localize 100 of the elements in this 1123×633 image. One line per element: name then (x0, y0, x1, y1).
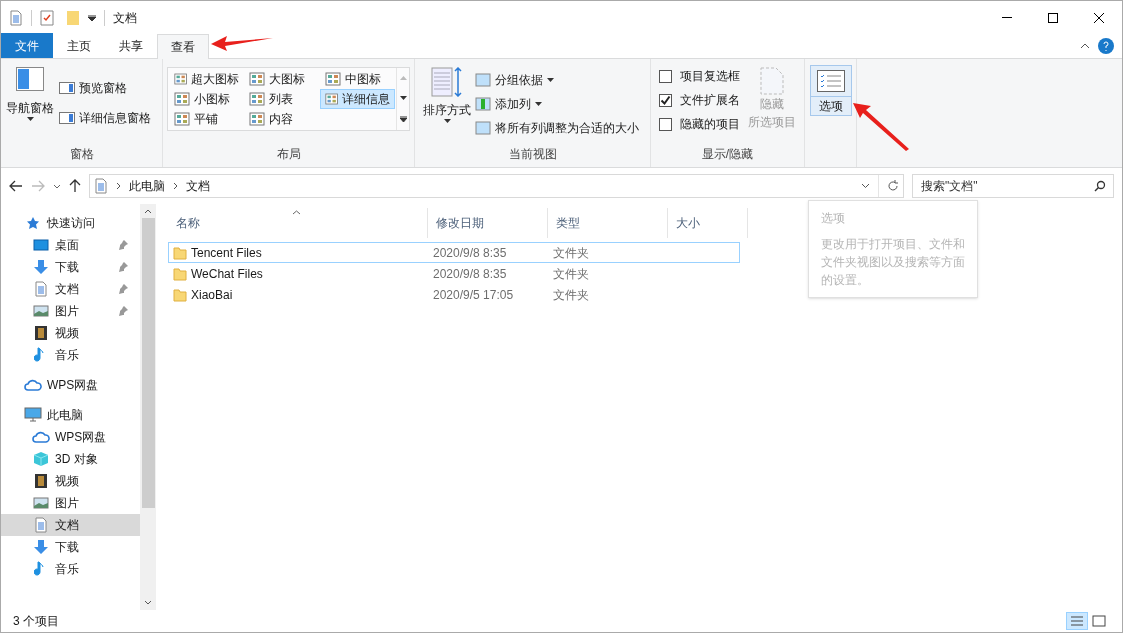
nav-item[interactable]: 3D 对象 (1, 448, 140, 470)
type-cell-text: 文件夹 (552, 265, 590, 283)
file-row[interactable]: WeChat Files 2020/9/8 8:35 文件夹 (168, 263, 740, 284)
nav-item[interactable]: 视频 (1, 470, 140, 492)
pane-button[interactable]: 预览窗格 (59, 79, 151, 97)
nav-item[interactable]: 音乐 (1, 558, 140, 580)
checkbox[interactable] (659, 117, 672, 131)
checkbox[interactable] (659, 69, 672, 83)
column-header[interactable]: 修改日期 (428, 208, 548, 238)
dropdown-icon[interactable] (88, 14, 96, 21)
view-command[interactable]: 将所有列调整为合适的大小 (475, 119, 639, 137)
nav-item[interactable]: WPS网盘 (1, 374, 140, 396)
nav-item[interactable]: 图片 (1, 492, 140, 514)
close-icon (1094, 12, 1104, 23)
help-icon[interactable] (1098, 38, 1114, 54)
document-icon (9, 9, 23, 26)
file-row[interactable]: XiaoBai 2020/9/5 17:05 文件夹 (168, 284, 740, 305)
star-icon (26, 216, 40, 230)
caret-icon (399, 96, 407, 100)
layout-option[interactable]: 列表 (244, 89, 320, 109)
chevron-right-icon (173, 182, 178, 190)
nav-item[interactable]: WPS网盘 (1, 426, 140, 448)
film-icon (34, 325, 48, 341)
nav-item[interactable]: 下载 (1, 256, 140, 278)
nav-item[interactable]: 此电脑 (1, 404, 140, 426)
column-header[interactable]: 名称 (168, 208, 428, 238)
nav-item[interactable]: 下载 (1, 536, 140, 558)
sort-button[interactable]: 排序方式 (419, 67, 475, 145)
group-label: 显示/隐藏 (700, 146, 755, 163)
tooltip-title: 选项 (821, 210, 846, 227)
monitor-icon (24, 407, 42, 423)
nav-item[interactable]: 文档 (1, 514, 140, 536)
view-command[interactable]: 分组依据 (475, 71, 639, 89)
layout-option[interactable]: 内容 (244, 109, 320, 129)
column-header[interactable]: 类型 (548, 208, 668, 238)
layout-option[interactable]: 平铺 (169, 109, 245, 129)
checklist-icon[interactable] (40, 9, 54, 26)
folder-icon (173, 245, 187, 260)
pin-icon (118, 306, 128, 316)
ribbon-tab[interactable]: 查看 (157, 34, 209, 59)
caret-icon (443, 119, 451, 123)
date-cell-text: 2020/9/5 17:05 (432, 286, 515, 304)
layout-option[interactable]: 小图标 (169, 89, 245, 109)
recent-locations-icon[interactable] (53, 183, 61, 189)
up-arrow-icon[interactable] (69, 179, 81, 193)
nav-item-label: 桌面 (55, 237, 80, 254)
collapse-ribbon-icon[interactable] (1080, 43, 1090, 49)
date-cell-text: 2020/9/8 8:35 (432, 244, 508, 262)
group-label: 窗格 (68, 146, 95, 163)
navigation-pane-icon (16, 67, 44, 91)
view-layout-icon (174, 112, 190, 126)
ribbon-tab[interactable]: 主页 (53, 33, 105, 58)
address-field[interactable]: 此电脑 文档 (89, 174, 904, 198)
checklist-window-icon (816, 70, 845, 92)
options-button[interactable]: 选项 (809, 65, 852, 116)
nav-item-label: 视频 (55, 325, 80, 342)
checkbox-label: 文件扩展名 (680, 92, 740, 109)
breadcrumb[interactable]: 文档 (186, 177, 210, 195)
expand-gallery-icon[interactable] (399, 116, 407, 122)
annotation-arrow (211, 35, 273, 51)
details-view-icon (1070, 615, 1084, 627)
layout-option[interactable]: 中图标 (319, 69, 395, 89)
ribbon-tab[interactable]: 文件 (1, 33, 53, 58)
group-label: 布局 (275, 146, 302, 163)
checkmark-icon (660, 94, 671, 106)
group-label: 当前视图 (507, 146, 558, 163)
layout-option[interactable]: 超大图标 (169, 69, 245, 89)
large-icons-view-icon (1092, 615, 1106, 627)
refresh-icon[interactable] (887, 180, 899, 192)
view-command[interactable]: 添加列 (475, 95, 639, 113)
scrollbar-thumb[interactable] (141, 218, 155, 508)
nav-item[interactable]: 桌面 (1, 234, 140, 256)
chevron-down-icon[interactable] (861, 183, 870, 189)
nav-item[interactable]: 视频 (1, 322, 140, 344)
nav-item[interactable]: 文档 (1, 278, 140, 300)
nav-item[interactable]: 快速访问 (1, 212, 140, 234)
column-header[interactable]: 大小 (668, 208, 748, 238)
view-layout-icon (174, 92, 190, 106)
checkbox[interactable] (659, 93, 672, 107)
file-name: WeChat Files (191, 265, 263, 283)
nav-item[interactable]: 音乐 (1, 344, 140, 366)
breadcrumb[interactable]: 此电脑 (129, 177, 165, 195)
pin-icon (118, 240, 128, 250)
ribbon-tab[interactable]: 共享 (105, 33, 157, 58)
picture-icon (33, 496, 49, 510)
pane-button[interactable]: 详细信息窗格 (59, 109, 151, 127)
nav-item[interactable]: 图片 (1, 300, 140, 322)
back-arrow-icon[interactable] (9, 180, 23, 192)
search-icon (1094, 180, 1106, 192)
view-layout-icon (174, 72, 188, 86)
desktop-icon (33, 238, 49, 252)
columns-icon (475, 97, 491, 111)
checkbox-label: 隐藏的项目 (680, 116, 740, 133)
layout-option[interactable]: 大图标 (244, 69, 320, 89)
navigation-pane-button[interactable]: 导航窗格 (1, 67, 59, 145)
search-field[interactable]: 搜索"文档" (912, 174, 1114, 198)
nav-item-label: 图片 (55, 303, 80, 320)
file-row[interactable]: Tencent Files 2020/9/8 8:35 文件夹 (168, 242, 740, 263)
nav-item-label: 下载 (55, 259, 80, 276)
layout-option[interactable]: 详细信息 (319, 89, 395, 109)
